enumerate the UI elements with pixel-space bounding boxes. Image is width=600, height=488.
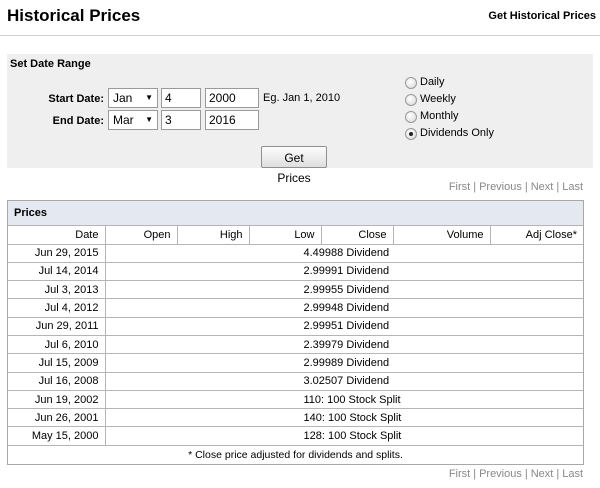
table-row: Jul 4, 2012 2.99948 Dividend	[8, 298, 583, 318]
start-year-input[interactable]: 2000	[205, 88, 259, 108]
row-event: 128: 100 Stock Split	[105, 426, 583, 446]
pager-separator: |	[524, 468, 528, 480]
table-row: Jun 19, 2002 110: 100 Stock Split	[8, 390, 583, 410]
row-event: 2.99951 Dividend	[105, 317, 583, 336]
end-month-select[interactable]: Mar ▼	[108, 110, 158, 130]
column-header-high: High	[177, 226, 250, 245]
pager-next-link[interactable]: Next	[531, 468, 554, 480]
start-day-input[interactable]: 4	[161, 88, 201, 108]
radio-button-selected-icon	[405, 128, 417, 140]
table-row: Jul 14, 2014 2.99991 Dividend	[8, 262, 583, 282]
pager-last-link[interactable]: Last	[562, 181, 583, 193]
table-row: Jul 6, 2010 2.39979 Dividend	[8, 335, 583, 355]
radio-button-icon	[405, 111, 417, 123]
table-row: Jun 29, 2015 4.49988 Dividend	[8, 244, 583, 263]
pager-separator: |	[556, 468, 560, 480]
pager-previous-link[interactable]: Previous	[479, 468, 522, 480]
row-date: Jul 4, 2012	[8, 298, 106, 318]
get-historical-prices-link[interactable]: Get Historical Prices	[488, 10, 596, 22]
row-date: Jul 6, 2010	[8, 335, 106, 355]
table-row: Jul 15, 2009 2.99989 Dividend	[8, 353, 583, 373]
pager-separator: |	[473, 468, 477, 480]
get-prices-button[interactable]: Get Prices	[261, 146, 327, 185]
prices-table-title: Prices	[8, 201, 583, 226]
date-example-hint: Eg. Jan 1, 2010	[263, 92, 341, 104]
column-header-close: Close	[321, 226, 394, 245]
row-event: 2.99955 Dividend	[105, 280, 583, 300]
row-event: 110: 100 Stock Split	[105, 390, 583, 410]
row-date: Jun 29, 2015	[8, 244, 106, 263]
page-header: Historical Prices Get Historical Prices	[0, 0, 600, 36]
pager-separator: |	[556, 181, 560, 193]
pager-last-link[interactable]: Last	[562, 468, 583, 480]
column-header-low: Low	[249, 226, 322, 245]
row-date: Jul 3, 2013	[8, 280, 106, 300]
end-day-input[interactable]: 3	[161, 110, 201, 130]
row-event: 140: 100 Stock Split	[105, 408, 583, 428]
row-event: 3.02507 Dividend	[105, 372, 583, 391]
row-date: Jun 29, 2011	[8, 317, 106, 336]
row-date: Jun 26, 2001	[8, 408, 106, 428]
start-month-select[interactable]: Jan ▼	[108, 88, 158, 108]
start-month-value: Jan	[113, 91, 133, 105]
table-footnote: * Close price adjusted for dividends and…	[188, 448, 403, 461]
end-month-value: Mar	[113, 113, 134, 127]
pager-separator: |	[473, 181, 477, 193]
table-row: May 15, 2000 128: 100 Stock Split	[8, 426, 583, 446]
radio-weekly-label: Weekly	[420, 93, 456, 105]
radio-daily-label: Daily	[420, 76, 445, 88]
prices-table: Date Open High Low Close Volume Adj Clos…	[8, 226, 583, 446]
table-row: Jun 29, 2011 2.99951 Dividend	[8, 317, 583, 336]
column-header-volume: Volume	[393, 226, 491, 245]
pager-bottom: First | Previous | Next | Last	[449, 468, 583, 480]
row-event: 2.99991 Dividend	[105, 262, 583, 282]
table-header-row: Date Open High Low Close Volume Adj Clos…	[8, 226, 583, 245]
pager-next-link[interactable]: Next	[531, 181, 554, 193]
prices-table-panel: Prices Date Open High Low Close Volume A…	[7, 200, 584, 465]
row-event: 2.99948 Dividend	[105, 298, 583, 318]
date-range-title: Set Date Range	[10, 58, 91, 70]
table-row: Jul 16, 2008 3.02507 Dividend	[8, 372, 583, 391]
row-date: Jul 14, 2014	[8, 262, 106, 282]
column-header-adj-close: Adj Close*	[490, 226, 583, 245]
row-event: 4.49988 Dividend	[105, 244, 583, 263]
table-row: Jun 26, 2001 140: 100 Stock Split	[8, 408, 583, 428]
row-date: Jul 15, 2009	[8, 353, 106, 373]
radio-monthly-label: Monthly	[420, 110, 459, 122]
pager-separator: |	[524, 181, 528, 193]
row-event: 2.39979 Dividend	[105, 335, 583, 355]
row-event: 2.99989 Dividend	[105, 353, 583, 373]
column-header-date: Date	[8, 226, 106, 245]
chevron-down-icon: ▼	[145, 93, 153, 102]
pager-top: First | Previous | Next | Last	[449, 181, 583, 193]
pager-previous-link[interactable]: Previous	[479, 181, 522, 193]
table-row: Jul 3, 2013 2.99955 Dividend	[8, 280, 583, 300]
radio-dividends-only-label: Dividends Only	[420, 127, 494, 139]
end-date-label: End Date:	[52, 115, 104, 127]
radio-button-icon	[405, 77, 417, 89]
row-date: Jun 19, 2002	[8, 390, 106, 410]
row-date: May 15, 2000	[8, 426, 106, 446]
row-date: Jul 16, 2008	[8, 372, 106, 391]
end-year-input[interactable]: 2016	[205, 110, 259, 130]
page-title: Historical Prices	[7, 6, 141, 25]
chevron-down-icon: ▼	[145, 115, 153, 124]
pager-first-link[interactable]: First	[449, 468, 470, 480]
start-date-label: Start Date:	[48, 93, 104, 105]
column-header-open: Open	[105, 226, 178, 245]
date-range-panel: Set Date Range Start Date: Jan ▼ 4 2000 …	[7, 54, 593, 185]
radio-button-icon	[405, 94, 417, 106]
pager-first-link[interactable]: First	[449, 181, 470, 193]
